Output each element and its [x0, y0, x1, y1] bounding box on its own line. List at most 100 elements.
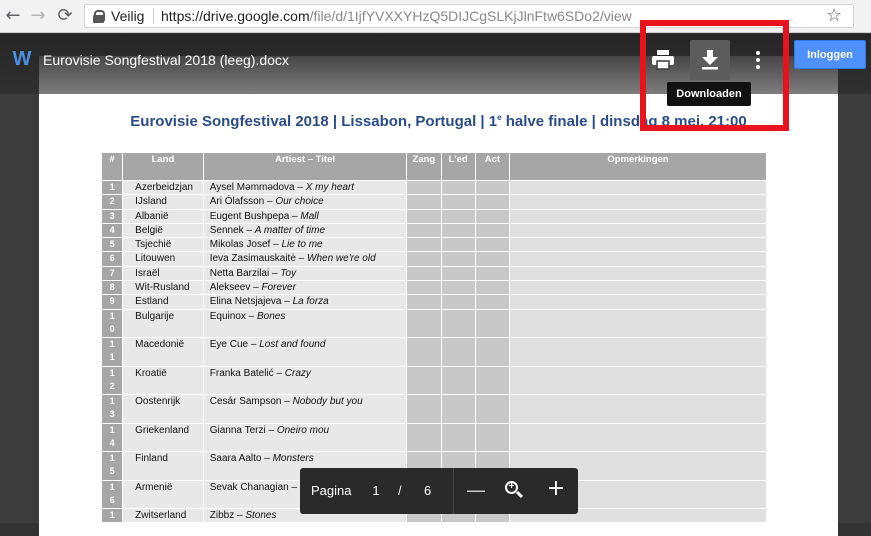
act-score-cell [474, 208, 511, 224]
artist-name: Alekseev [209, 282, 251, 294]
current-page-input[interactable]: 1 [370, 483, 382, 498]
act-score-cell [474, 251, 511, 267]
artist-name: Mikolas Josef [209, 239, 271, 251]
column-header: Zang [406, 152, 442, 181]
country-cell: Finland [122, 451, 204, 481]
zoom-in-button[interactable]: + [546, 478, 566, 500]
url-divider [153, 8, 154, 24]
song-title: Oneiro mou [276, 424, 330, 436]
login-button[interactable]: Inloggen [794, 40, 866, 69]
act-score-cell [474, 337, 511, 367]
artist-title-separator: – [261, 453, 273, 465]
act-score-cell [474, 237, 511, 253]
country-cell: Wit-Rusland [122, 280, 204, 296]
song-title: Mall [300, 210, 319, 222]
lied-score-cell [440, 422, 476, 453]
zang-score-cell [406, 222, 442, 239]
remarks-cell [509, 208, 767, 224]
act-score-cell [474, 294, 511, 310]
song-title: A matter of time [254, 224, 326, 236]
song-title: Monsters [272, 453, 314, 465]
country-cell: Azerbeidzjan [122, 179, 204, 196]
country-cell: Macedonië [122, 337, 204, 367]
table-row: 9 Estland Elina Netsjajeva – La forza [100, 294, 767, 310]
secure-label: Veilig [111, 8, 145, 24]
act-score-cell [474, 179, 511, 196]
word-doc-icon: W [12, 48, 32, 70]
artist-title-cell: Aysel Məmmədova – X my heart [202, 179, 408, 196]
artist-title-separator: – [265, 424, 277, 436]
artist-name: Eye Cue [209, 339, 249, 351]
table-row: 1 Azerbeidzjan Aysel Məmmədova – X my hear… [100, 179, 767, 196]
zang-score-cell [406, 365, 442, 396]
zoom-magnifier-icon[interactable]: + [504, 480, 524, 500]
artist-title-separator: – [281, 296, 293, 308]
artist-title-separator: – [294, 182, 306, 193]
song-title: When we're old [307, 253, 376, 265]
remarks-cell [509, 394, 767, 424]
drive-viewer: W Eurovisie Songfestival 2018 (leeg).doc… [0, 20, 871, 536]
forward-arrow-icon[interactable]: → [27, 5, 49, 27]
zang-score-cell [406, 265, 442, 282]
country-cell: Litouwen [122, 251, 204, 267]
url-text[interactable]: https://drive.google.com/file/d/1IjfYVXX… [161, 5, 632, 27]
lied-score-cell [440, 251, 476, 267]
lied-score-cell [440, 222, 476, 239]
country-cell: Oostenrijk [122, 394, 204, 424]
pager-divider [453, 468, 454, 514]
table-row: 1 3 Oostenrijk Cesár Sampson – Nobody but … [100, 394, 767, 424]
artist-title-separator: – [289, 210, 301, 222]
artist-title-cell: Cesár Sampson – Nobody but you [202, 394, 408, 424]
table-row: 3 Albanië Eugent Bushpepa – Mall [100, 208, 767, 224]
artist-title-cell: Sennek – A matter of time [202, 222, 408, 239]
zang-score-cell [406, 237, 442, 253]
zang-score-cell [406, 308, 442, 339]
row-number: 7 [100, 265, 124, 282]
remarks-cell [509, 294, 767, 310]
artist-title-separator: – [269, 267, 281, 279]
song-title: Forever [261, 282, 296, 294]
remarks-cell [509, 422, 767, 453]
lied-score-cell [440, 394, 476, 424]
lied-score-cell [440, 208, 476, 224]
column-header: L'ed [440, 152, 476, 181]
row-number: 1 1 [100, 337, 124, 367]
row-number: 1 [100, 508, 124, 524]
lied-score-cell [440, 265, 476, 282]
remarks-cell [509, 179, 767, 196]
song-title: Nobody but you [292, 396, 363, 408]
table-row: 1 4 Griekenland Gianna Terzi – Oneiro mou [100, 422, 767, 453]
red-highlight-box [640, 20, 789, 131]
row-number: 1 4 [100, 422, 124, 453]
page-navigator: Pagina 1 / 6 — + + [300, 468, 578, 514]
artist-title-separator: – [273, 367, 285, 379]
act-score-cell [474, 394, 511, 424]
magnifier-plus: + [508, 481, 515, 492]
act-score-cell [474, 194, 511, 210]
act-score-cell [474, 365, 511, 396]
row-number: 3 [100, 208, 124, 224]
artist-title-cell: Eye Cue – Lost and found [202, 337, 408, 367]
table-row: 7 Israël Netta Barzilai – Toy [100, 265, 767, 282]
lock-icon [93, 10, 105, 23]
artist-name: Elina Netsjajeva [209, 296, 282, 308]
artist-title-separator: – [281, 396, 293, 408]
row-number: 4 [100, 222, 124, 239]
song-title: Bones [257, 310, 286, 322]
table-header-row: # Land Artiest – Titel Zang L'ed Act Opm… [100, 152, 767, 181]
reload-icon[interactable]: ⟳ [54, 5, 76, 27]
song-title: Stones [245, 510, 277, 522]
zoom-out-button[interactable]: — [466, 480, 486, 500]
remarks-cell [509, 337, 767, 367]
table-row: 8 Wit-Rusland Alekseev – Forever [100, 280, 767, 296]
back-arrow-icon[interactable]: ← [2, 5, 24, 27]
bookmark-star-icon[interactable]: ☆ [826, 5, 842, 27]
url-host: https://drive.google.com [161, 8, 310, 24]
url-path: /file/d/1IjfYVXXYHzQ5DIJCgSLKjJlnFtw6SDo… [309, 8, 632, 24]
row-number: 2 [100, 194, 124, 210]
artist-title-separator: – [264, 196, 276, 208]
row-number: 1 0 [100, 308, 124, 339]
country-cell: Bulgarije [122, 308, 204, 339]
remarks-cell [509, 237, 767, 253]
table-row: 1 2 Kroatië Franka Batelić – Crazy [100, 365, 767, 396]
